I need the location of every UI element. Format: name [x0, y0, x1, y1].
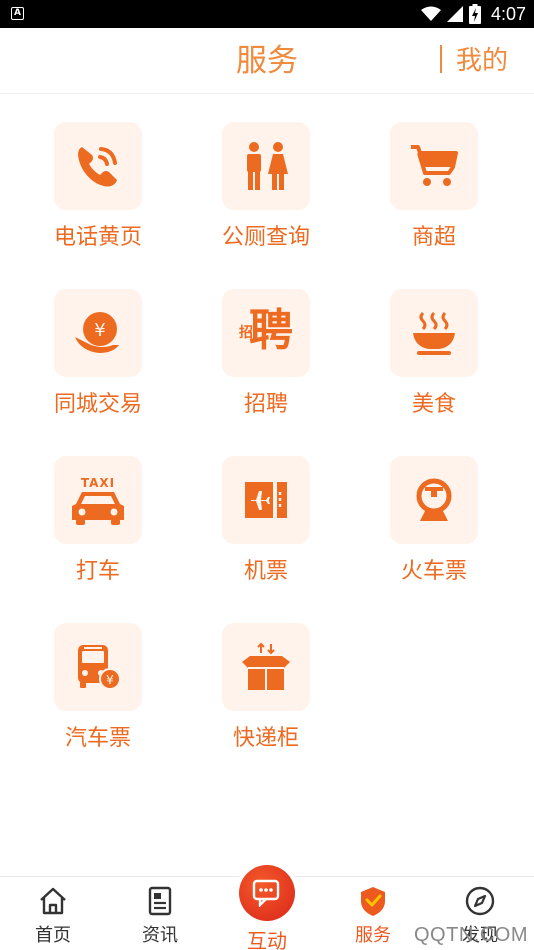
tile-icon-box: 招 聘: [222, 289, 310, 377]
service-food[interactable]: 美食: [349, 289, 519, 449]
cart-icon: [411, 145, 458, 186]
train-icon: [416, 478, 452, 521]
clock: 4:07: [490, 3, 526, 24]
parcel-box-icon: [242, 642, 290, 690]
nav-label: 资讯: [142, 925, 178, 946]
compass-icon: [465, 886, 495, 916]
interact-button[interactable]: [239, 865, 295, 921]
system-icons: 4:07: [420, 0, 526, 28]
news-icon: [148, 886, 172, 916]
service-air-ticket[interactable]: 机票: [181, 456, 351, 616]
page-title: 服务: [236, 43, 298, 79]
coin-hand-icon: ¥: [75, 312, 119, 353]
service-label: 机票: [243, 559, 288, 584]
watermark: QQTN.COM: [414, 924, 528, 946]
home-icon: [40, 887, 66, 915]
service-supermarket[interactable]: 商超: [349, 122, 519, 282]
service-label: 商超: [411, 225, 456, 250]
bus-icon: ¥: [78, 645, 121, 690]
tile-icon-box: [222, 623, 310, 711]
service-train-ticket[interactable]: 火车票: [349, 456, 519, 616]
tile-icon-box: [390, 289, 478, 377]
nav-item-service[interactable]: 服务: [320, 877, 426, 950]
tile-icon-box: ¥: [54, 623, 142, 711]
service-label: 火车票: [400, 559, 467, 584]
taxi-icon-text: TAXI: [80, 476, 116, 490]
car-shape: [72, 492, 124, 525]
signal-icon: [446, 6, 463, 22]
service-parcel-locker[interactable]: 快递柜: [181, 623, 351, 783]
nav-item-interact[interactable]: 互动: [213, 865, 321, 950]
mine-link[interactable]: 我的: [456, 28, 508, 94]
service-phone-directory[interactable]: 电话黄页: [13, 122, 183, 282]
phone-icon: [78, 147, 117, 187]
header-divider: [440, 45, 442, 73]
chat-icon: [252, 879, 280, 907]
nav-label: 互动: [247, 929, 287, 950]
service-taxi[interactable]: TAXI 打车: [13, 456, 183, 616]
tile-icon-box: [390, 122, 478, 210]
service-label: 汽车票: [64, 726, 131, 751]
bowl-icon: [413, 311, 455, 355]
recruit-icon: 招 聘: [239, 305, 293, 358]
service-local-trade[interactable]: ¥ 同城交易: [13, 289, 183, 449]
app-header: 服务 我的: [0, 28, 534, 94]
tile-icon-box: [390, 456, 478, 544]
service-bus-ticket[interactable]: ¥ 汽车票: [13, 623, 183, 783]
svg-text:¥: ¥: [94, 320, 105, 341]
recruit-icon-main-glyph: 聘: [249, 305, 293, 356]
plane-ticket-icon: [245, 482, 287, 518]
service-label: 招聘: [243, 392, 288, 417]
service-label: 公厕查询: [221, 225, 310, 250]
tile-icon-box: [54, 122, 142, 210]
service-label: 美食: [411, 392, 456, 417]
tile-icon-box: [222, 456, 310, 544]
nav-label: 首页: [35, 925, 71, 946]
service-label: 电话黄页: [53, 225, 142, 250]
service-label: 打车: [75, 559, 120, 584]
service-label: 同城交易: [53, 392, 142, 417]
service-label: 快递柜: [232, 726, 299, 751]
restroom-icon: [247, 142, 288, 190]
notification-icon: A: [11, 7, 24, 20]
service-public-toilet[interactable]: 公厕查询: [181, 122, 351, 282]
wifi-icon: [420, 6, 441, 21]
taxi-icon: TAXI: [70, 476, 126, 525]
shield-check-icon: [361, 887, 385, 916]
battery-icon: [468, 4, 481, 24]
tile-icon-box: ¥: [54, 289, 142, 377]
status-bar: A 4:07: [0, 0, 534, 28]
tile-icon-box: TAXI: [54, 456, 142, 544]
service-recruitment[interactable]: 招 聘 招聘: [181, 289, 351, 449]
svg-text:¥: ¥: [106, 673, 114, 687]
nav-item-home[interactable]: 首页: [0, 877, 106, 950]
nav-label: 服务: [355, 925, 391, 946]
tile-icon-box: [222, 122, 310, 210]
nav-item-news[interactable]: 资讯: [107, 877, 213, 950]
